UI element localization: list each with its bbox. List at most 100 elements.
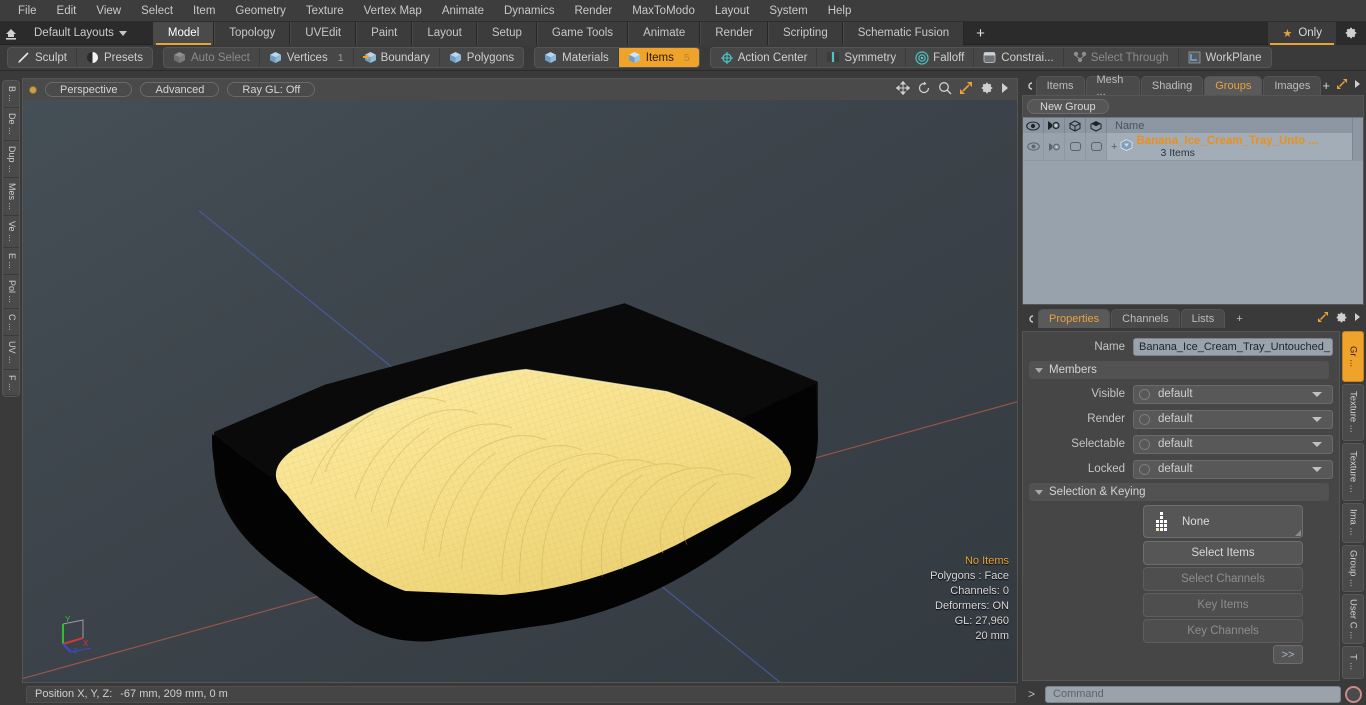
left-tab-vertex[interactable]: Ve ... — [3, 216, 19, 248]
only-toggle-button[interactable]: ★ Only — [1268, 21, 1336, 45]
members-section-header[interactable]: Members — [1029, 361, 1329, 379]
expand-row-icon[interactable]: + — [1111, 141, 1117, 153]
symmetry-button[interactable]: Symmetry — [817, 48, 907, 67]
channel-dot-icon[interactable] — [1139, 463, 1150, 475]
tab-model[interactable]: Model — [152, 21, 215, 45]
left-tab-deform[interactable]: De ... — [3, 108, 19, 141]
tab-setup[interactable]: Setup — [476, 21, 537, 45]
rotate-icon[interactable] — [917, 81, 931, 98]
row-locked-toggle[interactable] — [1086, 133, 1107, 160]
selection-keying-section-header[interactable]: Selection & Keying — [1029, 483, 1329, 501]
menu-item-animate[interactable]: Animate — [432, 1, 494, 21]
record-icon[interactable] — [1345, 685, 1362, 703]
select-channels-button[interactable]: Select Channels — [1143, 567, 1303, 591]
arrow-right-icon[interactable] — [1001, 82, 1009, 97]
default-layouts-dropdown[interactable]: Default Layouts — [22, 27, 135, 39]
left-tab-basic[interactable]: B ... — [3, 81, 19, 109]
selection-set-dropdown[interactable]: None — [1143, 505, 1303, 538]
boundary-button[interactable]: Boundary — [354, 48, 440, 67]
command-input[interactable]: Command — [1045, 685, 1341, 703]
group-list-scrollbar-head[interactable] — [1352, 118, 1363, 133]
presets-button[interactable]: Presets — [77, 48, 152, 67]
expand-more-button[interactable]: >> — [1273, 645, 1303, 664]
viewport-shading-dropdown[interactable]: Advanced — [140, 82, 220, 97]
tab-uvedit[interactable]: UVEdit — [290, 21, 357, 45]
tab-layout[interactable]: Layout — [412, 21, 477, 45]
tab-groups[interactable]: Groups — [1204, 76, 1263, 95]
right-tab-user-channels[interactable]: User C ... — [1342, 593, 1364, 645]
workplane-button[interactable]: WorkPlane — [1179, 48, 1271, 67]
name-field[interactable]: Banana_Ice_Cream_Tray_Untouched_ — [1133, 338, 1333, 356]
tab-render[interactable]: Render — [700, 21, 768, 45]
add-layout-tab-button[interactable]: + — [964, 24, 997, 42]
tab-game-tools[interactable]: Game Tools — [536, 21, 629, 45]
properties-menu-dot[interactable] — [1024, 309, 1038, 328]
left-tab-polygon[interactable]: Pol ... — [3, 275, 19, 309]
move-icon[interactable] — [895, 80, 911, 98]
menu-item-edit[interactable]: Edit — [47, 1, 87, 21]
tab-mesh-ops[interactable]: Mesh ... — [1085, 74, 1140, 98]
row-name-cell[interactable]: + Banana_Ice_Cream_Tray_Unto ... 3 Items — [1107, 133, 1352, 160]
right-tab-images[interactable]: Ima ... — [1342, 502, 1364, 543]
left-tab-mesh-edit[interactable]: Mes ... — [3, 178, 19, 217]
visible-dropdown[interactable]: default — [1133, 384, 1333, 404]
tab-schematic-fusion[interactable]: Schematic Fusion — [842, 21, 965, 45]
right-tab-texture-2[interactable]: Texture ... — [1342, 443, 1364, 501]
vertices-button[interactable]: Vertices 1 — [260, 48, 354, 67]
add-tab-button[interactable]: + — [1322, 78, 1330, 93]
menu-item-texture[interactable]: Texture — [296, 1, 354, 21]
right-tab-groups[interactable]: Gr ... — [1342, 331, 1364, 382]
materials-button[interactable]: Materials — [535, 48, 619, 67]
gear-icon[interactable] — [980, 81, 994, 98]
expand-panel-icon[interactable] — [1317, 311, 1329, 326]
arrow-right-icon[interactable] — [1354, 312, 1361, 325]
menu-item-select[interactable]: Select — [131, 1, 183, 21]
menu-item-system[interactable]: System — [759, 1, 817, 21]
tab-images[interactable]: Images — [1263, 76, 1322, 95]
left-tab-duplicate[interactable]: Dup ... — [3, 141, 19, 179]
home-icon[interactable] — [0, 22, 22, 45]
constraint-button[interactable]: Constrai... — [974, 48, 1064, 67]
menu-item-item[interactable]: Item — [183, 1, 225, 21]
tab-items[interactable]: Items — [1035, 76, 1085, 95]
key-items-button[interactable]: Key Items — [1143, 593, 1303, 617]
items-button[interactable]: Items 5 — [618, 48, 699, 67]
right-tab-group[interactable]: Group ... — [1342, 544, 1364, 592]
render-dropdown[interactable]: default — [1133, 409, 1333, 429]
channel-dot-icon[interactable] — [1139, 388, 1150, 400]
tab-shading[interactable]: Shading — [1140, 76, 1204, 95]
right-tab-transform[interactable]: T ... — [1342, 646, 1364, 680]
row-render-toggle[interactable] — [1044, 133, 1065, 160]
key-channels-button[interactable]: Key Channels — [1143, 619, 1303, 643]
menu-item-dynamics[interactable]: Dynamics — [494, 1, 564, 21]
column-selectable-icon[interactable] — [1065, 118, 1086, 133]
viewport-projection-dropdown[interactable]: Perspective — [45, 82, 133, 97]
channel-dot-icon[interactable] — [1139, 413, 1150, 425]
menu-item-geometry[interactable]: Geometry — [225, 1, 296, 21]
gear-icon[interactable] — [1335, 311, 1348, 327]
tab-lists[interactable]: Lists — [1180, 309, 1226, 328]
group-list-scrollbar[interactable] — [1352, 133, 1363, 160]
viewport-3d[interactable]: Y X Z No Items Polygons : Face Channels:… — [22, 100, 1018, 683]
row-eye-toggle[interactable] — [1023, 133, 1044, 160]
tab-scripting[interactable]: Scripting — [767, 21, 843, 45]
panel-menu-dot[interactable] — [1024, 76, 1036, 95]
left-tab-uv[interactable]: UV ... — [3, 336, 19, 370]
menu-item-layout[interactable]: Layout — [705, 1, 760, 21]
menu-item-render[interactable]: Render — [564, 1, 622, 21]
column-render-icon[interactable] — [1044, 118, 1065, 133]
falloff-button[interactable]: Falloff — [906, 48, 975, 67]
menu-item-help[interactable]: Help — [818, 1, 862, 21]
column-locked-icon[interactable] — [1086, 118, 1107, 133]
column-eye-icon[interactable] — [1023, 118, 1044, 133]
viewport-raygl-dropdown[interactable]: Ray GL: Off — [227, 82, 316, 97]
selectable-dropdown[interactable]: default — [1133, 434, 1333, 454]
left-tab-fusion[interactable]: F ... — [3, 370, 19, 397]
tab-properties[interactable]: Properties — [1038, 309, 1111, 328]
viewport-menu-dot[interactable] — [29, 85, 37, 94]
left-tab-edge[interactable]: E ... — [3, 248, 19, 275]
action-center-button[interactable]: Action Center — [711, 48, 818, 67]
tab-channels[interactable]: Channels — [1111, 309, 1180, 328]
magnifier-icon[interactable] — [938, 81, 952, 98]
tab-paint[interactable]: Paint — [356, 21, 413, 45]
